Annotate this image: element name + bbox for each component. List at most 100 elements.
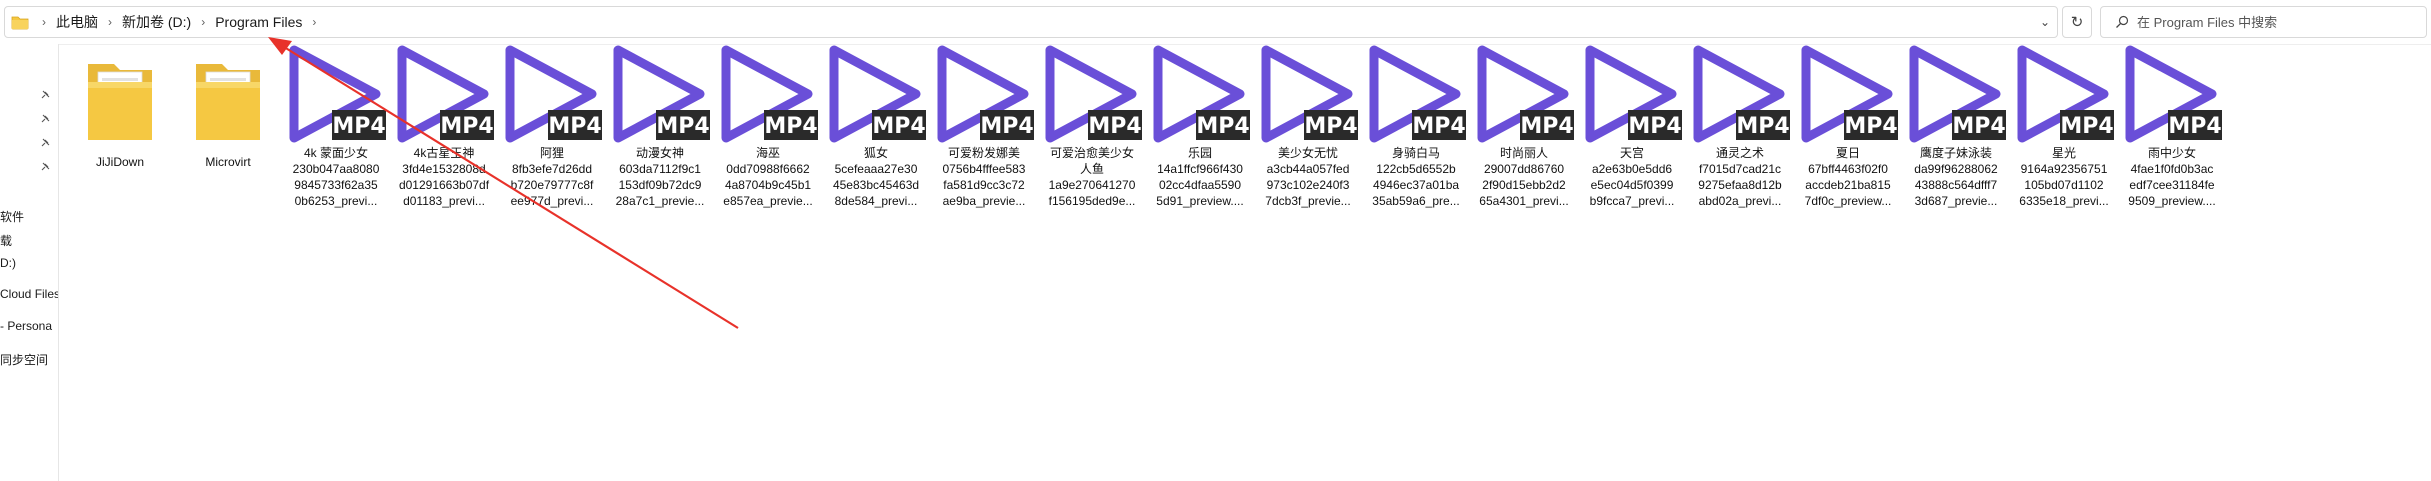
file-name-line: 28a7c1_previe... [615,194,705,208]
file-name-line: edf7cee31184fe [2129,178,2215,192]
video-file-item[interactable]: MP4 海巫 0dd70988f6662 4a8704b9c45b1 e857ea_pr… [713,44,823,209]
video-file-item[interactable]: MP4 美少女无忧 a3cb44a057fed 973c102e240f3 7dcb3f… [1253,44,1363,209]
file-name: 动漫女神 603da7112f9c1 153df09b72dc9 28a7c1_pre… [605,145,715,209]
file-explorer-window: › 此电脑 › 新加卷 (D:) › Program Files › ⌄ ↻ 在… [0,0,2431,481]
video-file-item[interactable]: MP4 狐女 5cefeaaa27e30 45e83bc45463d 8de584_pr… [821,44,931,209]
file-name-line: 可爱粉发娜美 [947,146,1020,160]
file-name-line: 人鱼 [1079,162,1104,176]
format-badge-label: MP4 [1196,114,1249,139]
breadcrumb: › 此电脑 › 新加卷 (D:) › Program Files › [37,7,321,37]
file-name-line: 2f90d15ebb2d2 [1482,178,1566,192]
video-file-item[interactable]: MP4 身骑白马 122cb5d6552b 4946ec37a01ba 35ab59a6… [1361,44,1471,209]
file-name-line: 973c102e240f3 [1266,178,1350,192]
folder-item[interactable]: Microvirt [173,52,283,170]
address-bar[interactable]: › 此电脑 › 新加卷 (D:) › Program Files › ⌄ [4,6,2058,38]
video-file-item[interactable]: MP4 星光 9164a92356751 105bd07d1102 6335e18_pr… [2009,44,2119,209]
file-name: 可爱治愈美少女 人鱼 1a9e270641270 f156195ded9e... [1037,145,1147,209]
file-name-line: 1a9e270641270 [1048,178,1136,192]
search-input[interactable] [2135,13,2419,31]
format-badge-label: MP4 [656,114,709,139]
search-icon [2116,15,2129,28]
file-name: 天宫 a2e63b0e5dd6 e5ec04d5f0399 b9fcca7_previ… [1577,145,1687,209]
navigation-pane: 软件 载 D:) Cloud Files - Persona 同步空间 [0,44,59,481]
nav-item-cloud-files[interactable]: Cloud Files [0,287,58,301]
file-name-line: 5d91_preview.... [1156,194,1244,208]
format-badge-label: MP4 [1844,114,1897,139]
file-name-line: d01183_previ... [403,194,485,208]
pin-icon[interactable] [40,114,50,124]
file-name-line: 4k 蒙面少女 [303,146,368,160]
breadcrumb-program-files[interactable]: Program Files [210,14,307,30]
nav-item-downloads[interactable]: 载 [0,232,12,249]
folder-item[interactable]: JiJiDown [65,52,175,170]
file-name-line: da99f96288062 [1914,162,1998,176]
chevron-right-icon[interactable]: › [196,15,210,29]
refresh-button[interactable]: ↻ [2062,6,2092,38]
nav-item-software[interactable]: 软件 [0,208,24,225]
video-file-item[interactable]: MP4 时尚丽人 29007dd86760 2f90d15ebb2d2 65a4301_… [1469,44,1579,209]
nav-item-drive-d[interactable]: D:) [0,256,16,270]
video-file-item[interactable]: MP4 阿狸 8fb3efe7d26dd b720e79777c8f ee977d_pr… [497,44,607,209]
folder-name: Microvirt [205,155,251,169]
video-file-item[interactable]: MP4 可爱治愈美少女 人鱼 1a9e270641270 f156195ded9e... [1037,44,1147,209]
format-badge-label: MP4 [1088,114,1141,139]
folder-icon [11,16,29,30]
file-name: 4k古星玉神 3fd4e1532808d d01291663b07df d01183_… [389,145,499,209]
video-file-item[interactable]: MP4 鹰度子妹泳装 da99f96288062 43888c564dfff7 3d68… [1901,44,2011,209]
video-thumbnail: MP4 [289,45,386,143]
folder-icon [196,64,260,140]
file-name-line: 时尚丽人 [1499,146,1548,160]
file-name-line: fa581d9cc3c72 [943,178,1025,192]
video-thumbnail: MP4 [1369,45,1466,143]
format-badge-label: MP4 [1412,114,1465,139]
chevron-down-icon[interactable]: ⌄ [2035,7,2055,37]
video-file-item[interactable]: MP4 夏日 67bff4463f02f0 accdeb21ba815 7df0c_pr… [1793,44,1903,209]
file-name-line: a3cb44a057fed [1266,162,1350,176]
refresh-icon: ↻ [2070,14,2084,31]
video-file-item[interactable]: MP4 可爱粉发娜美 0756b4fffee583 fa581d9cc3c72 ae9b… [929,44,1039,209]
video-thumbnail: MP4 [1261,45,1358,143]
video-thumbnail: MP4 [397,45,494,143]
video-thumbnail: MP4 [1801,45,1898,143]
video-thumbnail: MP4 [2125,45,2222,143]
nav-item-onedrive-personal[interactable]: - Persona [0,319,52,333]
pin-icon[interactable] [40,90,50,100]
file-name-line: 105bd07d1102 [2024,178,2104,192]
video-file-item[interactable]: MP4 雨中少女 4fae1f0fd0b3ac edf7cee31184fe 9509_… [2117,44,2227,209]
video-thumbnail: MP4 [1153,45,1250,143]
file-name-line: f156195ded9e... [1048,194,1136,208]
video-file-item[interactable]: MP4 动漫女神 603da7112f9c1 153df09b72dc9 28a7c1_… [605,44,715,209]
nav-item-sync-space[interactable]: 同步空间 [0,351,48,368]
pin-icon[interactable] [40,162,50,172]
search-box[interactable] [2100,6,2427,38]
file-name-line: 3fd4e1532808d [402,162,486,176]
video-file-item[interactable]: MP4 乐园 14a1ffcf966f430 02cc4dfaa5590 5d91_pr… [1145,44,1255,209]
folder-name: JiJiDown [95,155,144,169]
file-name: 可爱粉发娜美 0756b4fffee583 fa581d9cc3c72 ae9ba_p… [929,145,1039,209]
file-name-line: b9fcca7_previ... [1589,194,1675,208]
file-name-line: 天宫 [1619,146,1644,160]
video-file-item[interactable]: MP4 通灵之术 f7015d7cad21c 9275efaa8d12b abd02a_… [1685,44,1795,209]
file-name: 通灵之术 f7015d7cad21c 9275efaa8d12b abd02a_pre… [1685,145,1795,209]
breadcrumb-this-pc[interactable]: 此电脑 [51,12,103,32]
file-name-line: 4k古星玉神 [413,146,475,160]
video-file-item[interactable]: MP4 天宫 a2e63b0e5dd6 e5ec04d5f0399 b9fcca7_pr… [1577,44,1687,209]
pin-icon[interactable] [40,138,50,148]
video-thumbnail: MP4 [1477,45,1574,143]
file-name-line: 9164a92356751 [2020,162,2108,176]
file-name-line: 4946ec37a01ba [1372,178,1460,192]
chevron-right-icon[interactable]: › [103,15,117,29]
file-name-line: 夏日 [1835,146,1860,160]
breadcrumb-drive-d[interactable]: 新加卷 (D:) [117,12,196,32]
video-thumbnail: MP4 [613,45,710,143]
file-name-line: b720e79777c8f [510,178,594,192]
file-name: 鹰度子妹泳装 da99f96288062 43888c564dfff7 3d687_p… [1901,145,2011,209]
chevron-right-icon[interactable]: › [307,15,321,29]
file-name: 雨中少女 4fae1f0fd0b3ac edf7cee31184fe 9509_pre… [2117,145,2227,209]
file-name: 夏日 67bff4463f02f0 accdeb21ba815 7df0c_previ… [1793,145,1903,209]
video-file-item[interactable]: MP4 4k古星玉神 3fd4e1532808d d01291663b07df d011… [389,44,499,209]
file-name: 身骑白马 122cb5d6552b 4946ec37a01ba 35ab59a6_pr… [1361,145,1471,209]
video-file-item[interactable]: MP4 4k 蒙面少女 230b047aa8080 9845733f62a35 0b62… [281,44,391,209]
file-name-line: 星光 [2051,146,2076,160]
format-badge-label: MP4 [440,114,493,139]
